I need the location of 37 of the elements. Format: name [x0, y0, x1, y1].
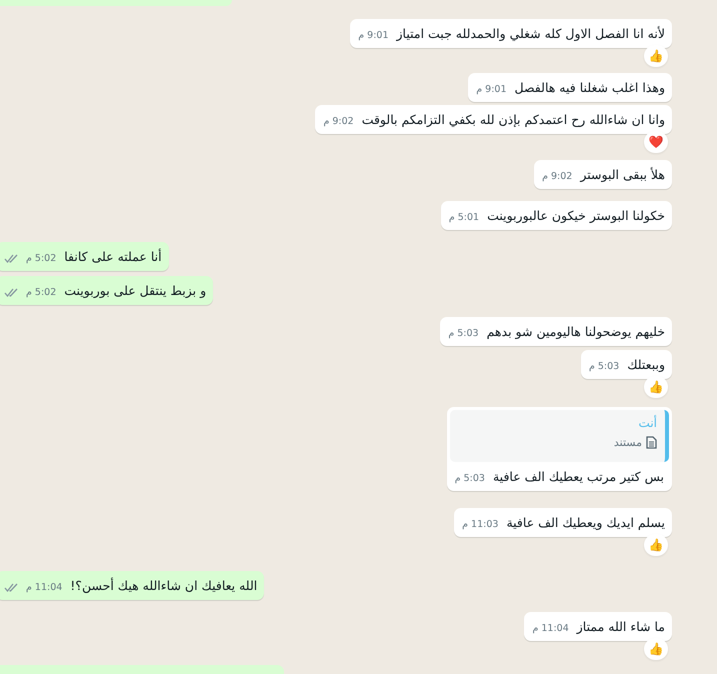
message-text: أنا عملته على كانفا	[64, 248, 162, 265]
document-label: مستند	[614, 436, 642, 449]
double-check-icon	[4, 288, 18, 297]
message-time: 5:03 م	[588, 361, 620, 373]
reaction-emoji[interactable]: ❤	[644, 131, 668, 153]
double-check-icon	[4, 254, 18, 263]
message-time: 9:01 م	[476, 84, 506, 96]
message-time: 11:04 م	[26, 582, 62, 594]
message-time: 5:03 م	[454, 473, 485, 485]
message-text: خليهم يوضحولنا هاليومين شو بدهم	[486, 323, 665, 340]
document-icon	[646, 436, 657, 449]
quote-author: أنت	[638, 416, 657, 430]
message-text: وهذا اغلب شغلنا فيه هالفصل	[514, 79, 665, 96]
message-time: 5:01 م	[448, 212, 480, 224]
message-text: لأنه انا الفصل الاول كله شغلي والحمدلله جبت امتياز	[396, 25, 665, 42]
reaction-emoji[interactable]: 👍	[644, 638, 668, 660]
message-time: 11:04 م	[532, 623, 569, 635]
message-text: هلأ ببقى البوستر	[580, 166, 665, 183]
message-text: وانا ان شاءالله رح اعتمدكم بإذن لله بكفي التزامكم بالوقت	[362, 111, 665, 128]
message-text: الله يعافيك ان شاءالله هيك أحسن؟!	[70, 577, 258, 594]
message-time: 9:02 م	[542, 171, 572, 183]
reaction-emoji[interactable]: 👍	[644, 376, 668, 398]
message-time: 9:01 م	[358, 30, 388, 42]
message-time: 9:02 م	[323, 116, 354, 128]
message-text: بس كتير مرتب يعطيك الف عافية	[492, 468, 664, 485]
message-text: خكولنا البوستر خيكون عالبوربوينت	[487, 207, 665, 224]
message-time: 5:02 م	[26, 253, 56, 265]
message-time: 11:03 م	[462, 519, 498, 531]
message-time: 5:02 م	[26, 287, 56, 299]
message-time: 5:03 م	[448, 328, 479, 340]
message-text: وببعتلك	[627, 356, 665, 373]
reaction-emoji[interactable]: 👍	[644, 45, 668, 67]
message-text: و بزبط ينتقل على بوربوينت	[64, 282, 206, 299]
message-text: يسلم ايديك ويعطيك الف عافية	[506, 514, 665, 531]
reaction-emoji[interactable]: 👍	[644, 534, 668, 556]
message-text: ما شاء الله ممتاز	[576, 618, 665, 635]
double-check-icon	[4, 583, 18, 592]
